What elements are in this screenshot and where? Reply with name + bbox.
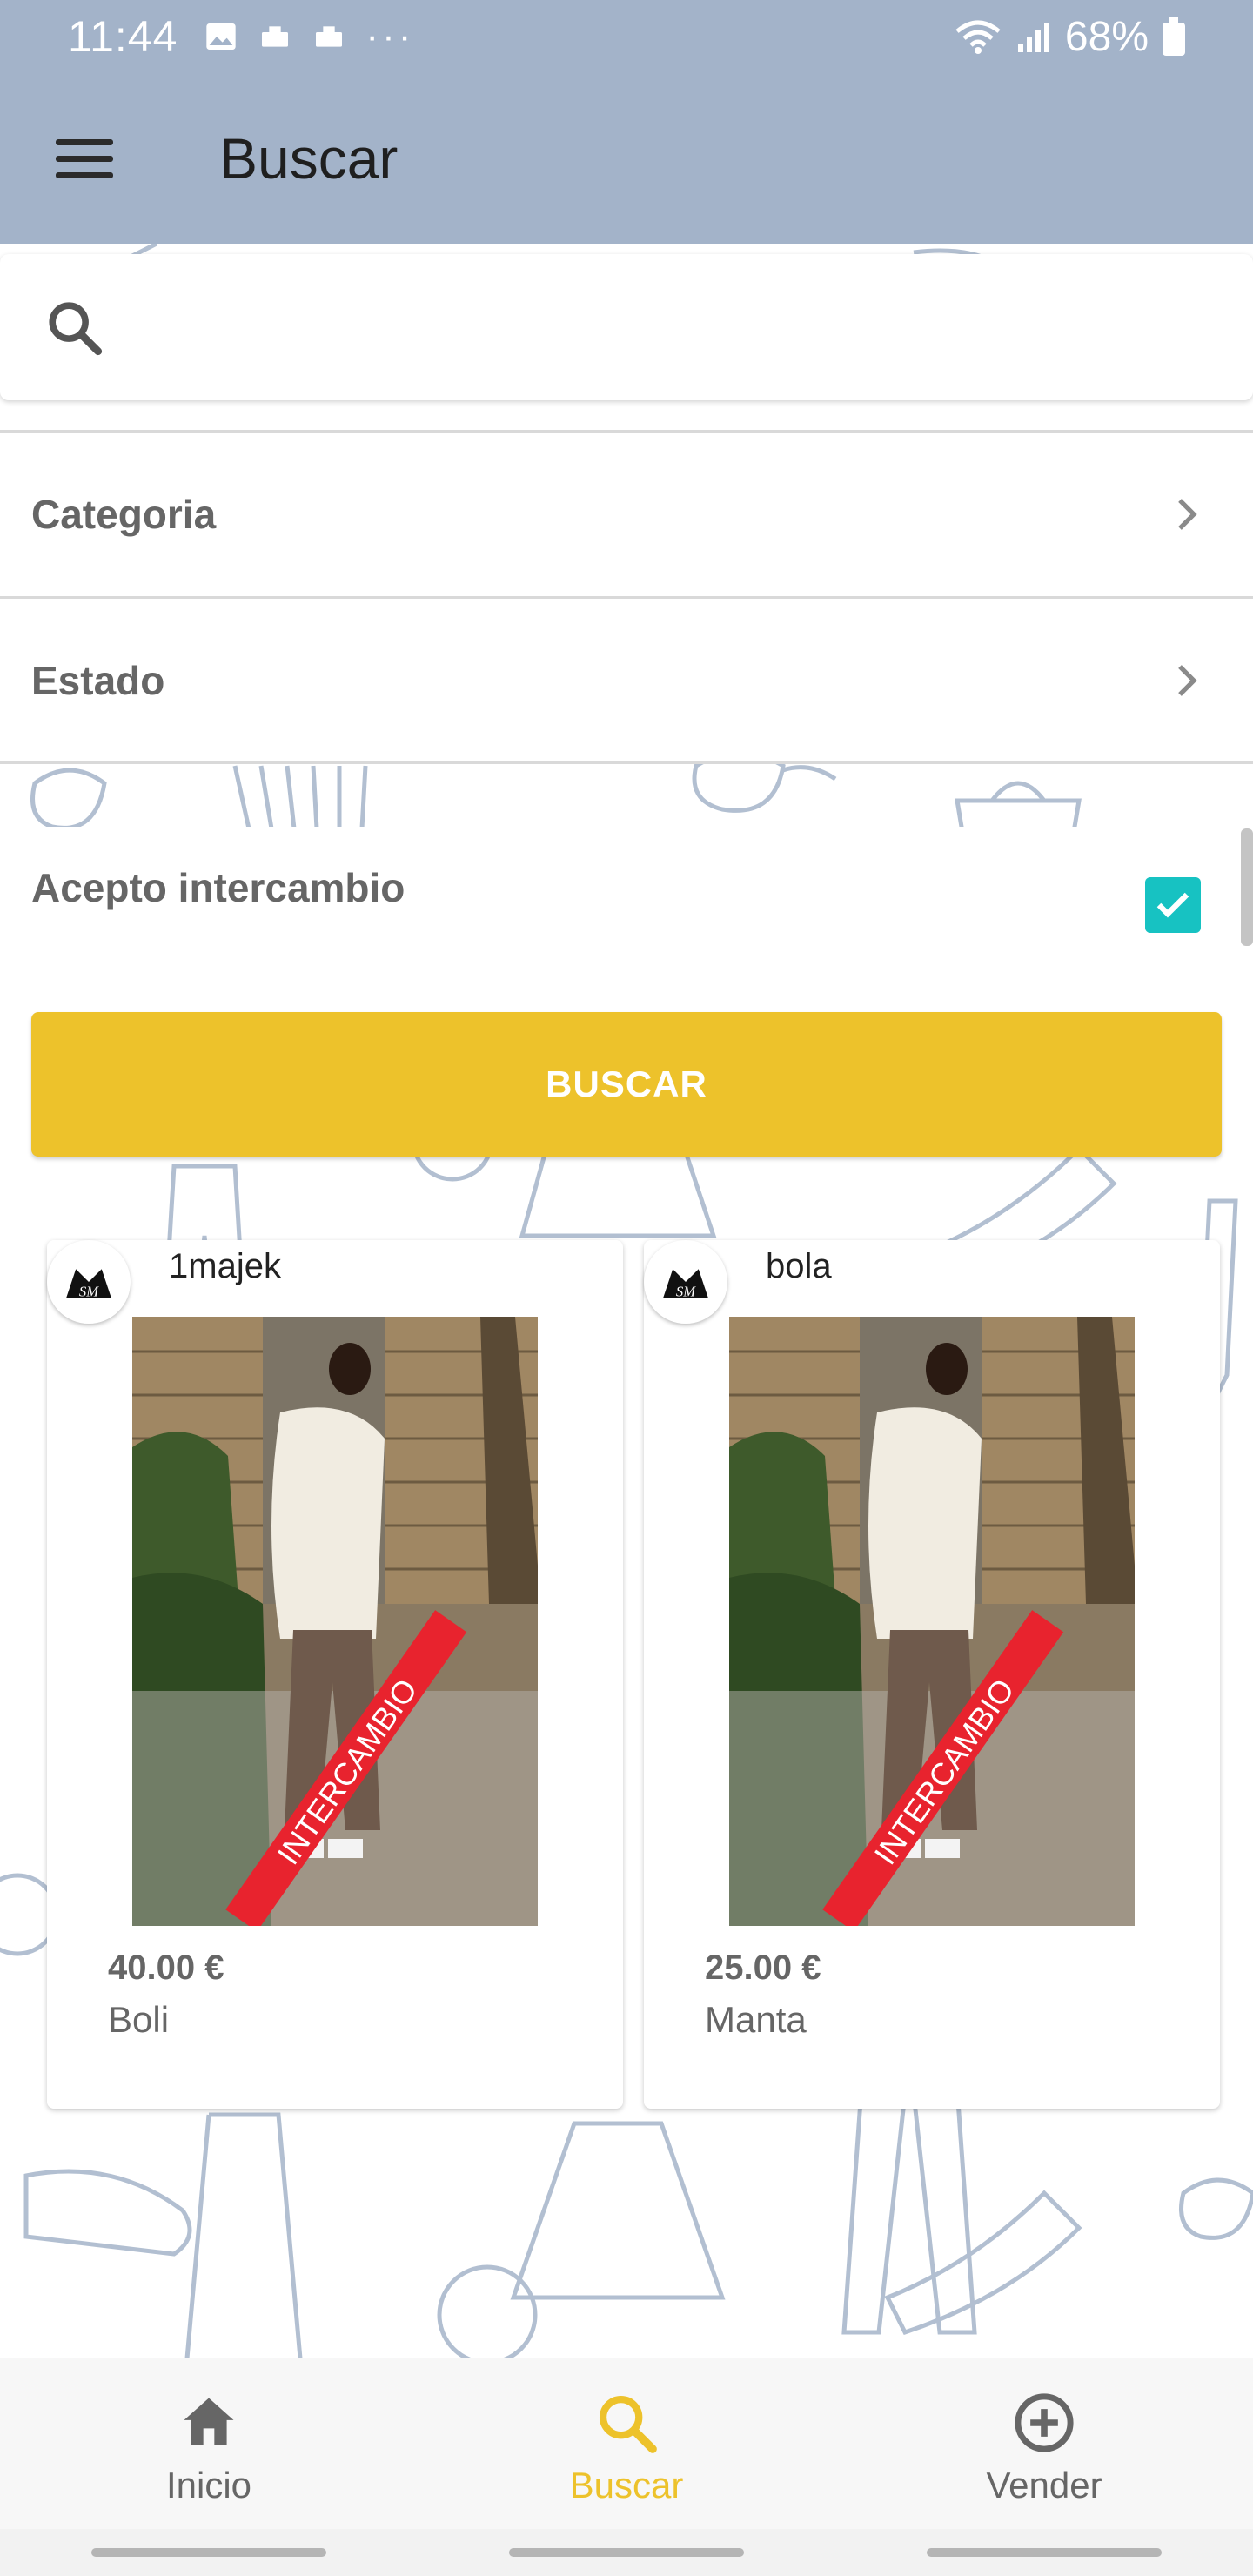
more-icon: ···: [365, 15, 415, 57]
chevron-right-icon: [1178, 664, 1197, 696]
battery-percent: 68%: [1064, 13, 1149, 60]
gesture-handle[interactable]: [927, 2548, 1162, 2557]
product-price: 25.00 €: [705, 1949, 821, 1987]
product-name: Manta: [705, 1999, 807, 2040]
avatar[interactable]: SM: [644, 1240, 727, 1324]
nav-item-inicio[interactable]: Inicio: [78, 2381, 339, 2506]
product-image[interactable]: INTERCAMBIO: [132, 1317, 538, 1926]
search-icon: [599, 2395, 657, 2453]
signal-icon: [1017, 23, 1049, 52]
status-right: 68%: [954, 13, 1185, 61]
home-icon: [184, 2398, 234, 2445]
nav-label: Vender: [986, 2465, 1102, 2506]
product-card[interactable]: SM bola INTERCAMBIO 25.00 € Manta: [644, 1240, 1220, 2109]
app-bar: Buscar: [0, 73, 1253, 244]
briefcase-icon: [262, 26, 289, 47]
search-icon: [49, 302, 103, 356]
menu-icon[interactable]: [37, 111, 132, 206]
chevron-right-icon: [1178, 499, 1197, 530]
status-bar: 11:44 ··· 68%: [0, 0, 1253, 73]
acepto-label: Acepto intercambio: [31, 865, 405, 910]
gesture-handle[interactable]: [91, 2548, 326, 2557]
product-image[interactable]: INTERCAMBIO: [729, 1317, 1135, 1926]
page-title: Buscar: [219, 126, 399, 191]
product-card[interactable]: SM 1majek INTERCAMBIO 40.00 € Boli: [47, 1240, 623, 2109]
estado-label: Estado: [31, 657, 165, 703]
search-bar: [0, 254, 1253, 400]
product-name: Boli: [108, 1999, 170, 2040]
seller-logo-icon: SM: [57, 1251, 120, 1313]
acepto-checkbox[interactable]: [1145, 877, 1201, 933]
bottom-navigation: Inicio Buscar Vender: [0, 2358, 1253, 2529]
nav-item-vender[interactable]: Vender: [914, 2381, 1175, 2506]
avatar[interactable]: SM: [47, 1240, 131, 1324]
checkmark-icon: [1156, 892, 1189, 918]
buscar-button[interactable]: BUSCAR: [31, 1012, 1222, 1157]
wifi-icon: [955, 20, 1001, 54]
svg-text:SM: SM: [676, 1284, 696, 1300]
filter-acepto-intercambio: Acepto intercambio: [0, 827, 1253, 983]
status-time: 11:44: [68, 12, 178, 61]
filter-categoria[interactable]: Categoria: [0, 430, 1253, 599]
categoria-label: Categoria: [31, 492, 217, 537]
nav-item-buscar[interactable]: Buscar: [496, 2381, 757, 2506]
search-input[interactable]: [131, 284, 1253, 371]
svg-text:SM: SM: [79, 1284, 99, 1300]
filter-estado[interactable]: Estado: [0, 599, 1253, 764]
battery-icon: [1163, 17, 1185, 56]
nav-label: Buscar: [569, 2465, 684, 2506]
seller-name[interactable]: bola: [766, 1247, 832, 1286]
nav-label: Inicio: [165, 2465, 252, 2506]
system-gesture-bar: [0, 2529, 1253, 2576]
seller-logo-icon: SM: [654, 1251, 717, 1313]
gesture-handle[interactable]: [509, 2548, 744, 2557]
add-circle-icon: [1015, 2393, 1074, 2452]
notification-icons: ···: [204, 15, 414, 58]
product-price: 40.00 €: [108, 1949, 224, 1987]
seller-name[interactable]: 1majek: [169, 1247, 281, 1286]
image-icon: [206, 23, 237, 50]
scrollbar-thumb[interactable]: [1241, 828, 1253, 946]
briefcase-icon: [316, 26, 343, 47]
